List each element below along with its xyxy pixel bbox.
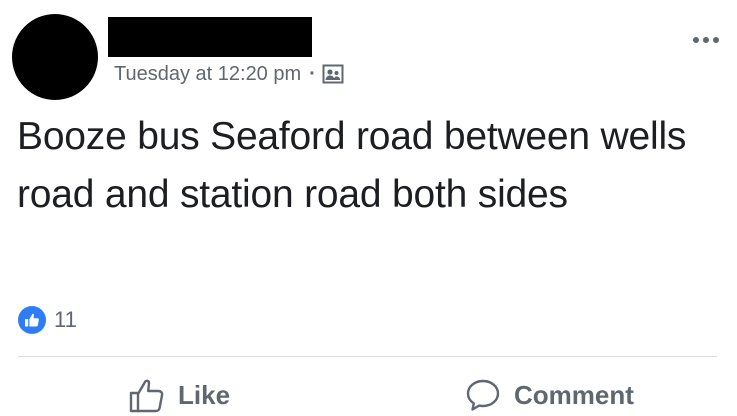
avatar[interactable]: [12, 14, 98, 100]
divider: [18, 356, 717, 357]
reactions-summary[interactable]: 11: [18, 306, 77, 334]
more-dot: [693, 37, 699, 43]
more-options-icon[interactable]: [693, 28, 719, 52]
more-dot: [703, 37, 709, 43]
author-name-redacted[interactable]: [108, 17, 312, 57]
post-meta: Tuesday at 12:20 pm ·: [114, 60, 344, 88]
thumbs-up-icon: [128, 376, 166, 414]
meta-separator: ·: [309, 62, 316, 85]
reaction-count: 11: [54, 307, 77, 332]
post-timestamp[interactable]: Tuesday at 12:20 pm: [114, 63, 301, 86]
group-audience-icon[interactable]: [322, 63, 344, 85]
comment-label: Comment: [514, 379, 634, 410]
like-button[interactable]: Like: [128, 374, 230, 416]
comment-button[interactable]: Comment: [464, 374, 634, 416]
like-label: Like: [178, 379, 231, 410]
more-dot: [713, 37, 719, 43]
like-reaction-icon: [18, 306, 46, 334]
post-text: Booze bus Seaford road between wells roa…: [17, 115, 687, 216]
speech-bubble-icon: [464, 376, 502, 414]
